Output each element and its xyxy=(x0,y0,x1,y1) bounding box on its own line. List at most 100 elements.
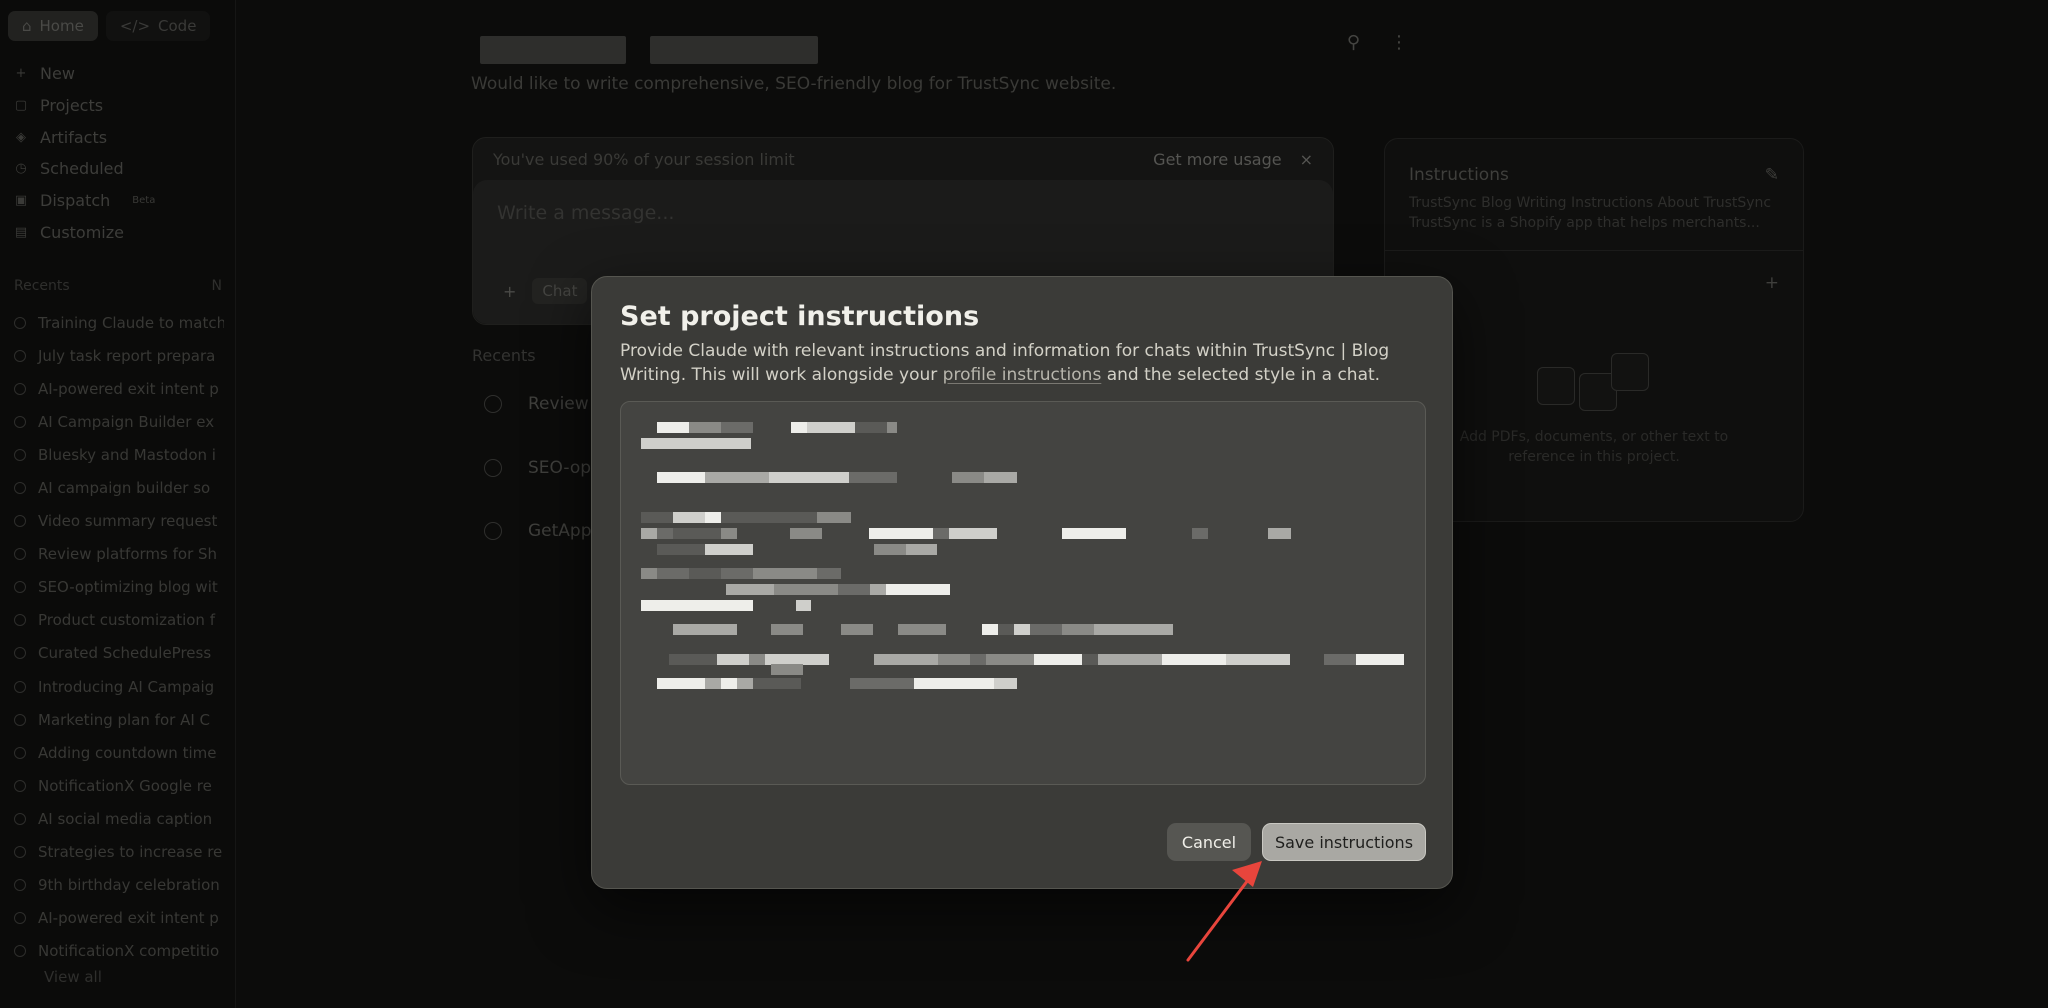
instructions-section[interactable]: Instructions ✎ TrustSync Blog Writing In… xyxy=(1385,139,1803,251)
close-icon[interactable]: × xyxy=(1300,150,1313,169)
redacted-text-block xyxy=(721,678,737,689)
view-all-link[interactable]: View all xyxy=(44,968,102,986)
chat-bubble-icon xyxy=(14,912,26,925)
main-recent-label: GetApp xyxy=(528,521,592,541)
dialog-description: Provide Claude with relevant instruction… xyxy=(620,339,1420,387)
redacted-text-block xyxy=(705,512,721,523)
sidebar-recent-item[interactable]: Strategies to increase re xyxy=(14,836,224,869)
sidebar-recent-item[interactable]: 9th birthday celebration xyxy=(14,869,224,902)
sidebar-item-artifacts[interactable]: ◈ Artifacts xyxy=(14,121,155,153)
sidebar-recent-item[interactable]: Marketing plan for AI C xyxy=(14,703,224,736)
redacted-text-block xyxy=(1268,528,1284,539)
sidebar-item-customize[interactable]: ▤ Customize xyxy=(14,216,155,248)
sidebar-item-dispatch[interactable]: ▣ Dispatch Beta xyxy=(14,185,156,217)
project-description: Would like to write comprehensive, SEO-f… xyxy=(471,74,1117,94)
redacted-text-block xyxy=(726,584,774,595)
sidebar-recent-item[interactable]: AI Campaign Builder ex xyxy=(14,405,224,438)
page-title-redacted xyxy=(480,36,818,64)
sidebar-nav: + New ▢ Projects ◈ Artifacts ◷ Scheduled… xyxy=(14,58,156,248)
redacted-text-block xyxy=(705,422,721,433)
chat-bubble-icon xyxy=(484,395,502,413)
add-file-icon[interactable]: + xyxy=(1765,273,1779,293)
sidebar-recent-label: AI campaign builder so xyxy=(38,479,211,498)
redacted-text-block xyxy=(753,678,801,689)
recents-header: Recents N xyxy=(14,278,222,294)
redacted-text-block xyxy=(753,568,817,579)
redacted-text-block xyxy=(817,512,851,523)
tab-home[interactable]: ⌂ Home xyxy=(8,11,98,41)
sidebar-recent-item[interactable]: AI-powered exit intent p xyxy=(14,372,224,405)
redacted-text-block xyxy=(938,654,970,665)
sidebar-item-label: Projects xyxy=(40,96,104,116)
dialog-title: Set project instructions xyxy=(620,301,980,332)
sidebar-recent-item[interactable]: Training Claude to match xyxy=(14,306,224,339)
sidebar-item-new[interactable]: + New xyxy=(14,58,155,90)
redacted-text-block xyxy=(1356,654,1404,665)
redacted-text-block xyxy=(1162,654,1226,665)
more-options-icon[interactable]: ⋮ xyxy=(1390,32,1408,53)
redacted-text-block xyxy=(785,472,849,483)
pin-icon[interactable]: ⚲ xyxy=(1347,32,1360,53)
sidebar-recent-item[interactable]: Video summary request xyxy=(14,505,224,538)
composer-tools: + Chat xyxy=(503,278,588,304)
sidebar-recent-item[interactable]: NotificationX competitio xyxy=(14,935,224,968)
sidebar-recent-item[interactable]: Curated SchedulePress xyxy=(14,637,224,670)
sidebar-recent-item[interactable]: Product customization f xyxy=(14,604,224,637)
redacted-text-block xyxy=(1062,624,1094,635)
sidebar-recent-item[interactable]: Introducing AI Campaig xyxy=(14,670,224,703)
instructions-preview: TrustSync Blog Writing Instructions Abou… xyxy=(1409,195,1772,231)
home-icon: ⌂ xyxy=(22,17,32,35)
message-placeholder: Write a message... xyxy=(497,202,675,224)
sidebar-recent-label: Review platforms for Sh xyxy=(38,545,218,564)
sidebar-recent-label: AI Campaign Builder ex xyxy=(38,412,215,431)
sidebar-recent-item[interactable]: Review platforms for Sh xyxy=(14,538,224,571)
app-window: ⌂ Home </> Code + New ▢ Projects ◈ Artif… xyxy=(0,0,2048,1008)
chat-bubble-icon xyxy=(14,812,26,825)
save-instructions-button[interactable]: Save instructions xyxy=(1262,823,1426,861)
sidebar-item-label: New xyxy=(40,64,75,84)
sidebar-recent-item[interactable]: AI social media caption xyxy=(14,802,224,835)
sidebar-item-projects[interactable]: ▢ Projects xyxy=(14,90,155,122)
redacted-text-block xyxy=(669,654,717,665)
redacted-text-block xyxy=(949,528,997,539)
redacted-text-block xyxy=(838,584,870,595)
customize-icon: ▤ xyxy=(14,224,28,240)
redacted-text-block xyxy=(721,422,753,433)
artifacts-icon: ◈ xyxy=(16,129,26,145)
chat-pill[interactable]: Chat xyxy=(532,278,588,304)
get-more-usage-link[interactable]: Get more usage xyxy=(1153,150,1281,169)
main-recent-item[interactable]: Review xyxy=(484,394,589,414)
redacted-text-block xyxy=(721,512,753,523)
recents-toggle[interactable]: N xyxy=(212,278,222,294)
sidebar: ⌂ Home </> Code + New ▢ Projects ◈ Artif… xyxy=(0,0,236,1008)
instructions-textarea[interactable] xyxy=(620,401,1426,785)
edit-pencil-icon[interactable]: ✎ xyxy=(1765,165,1779,185)
sidebar-recent-item[interactable]: Bluesky and Mastodon i xyxy=(14,438,224,471)
main-recent-item[interactable]: GetApp xyxy=(484,521,592,541)
chat-bubble-icon xyxy=(14,647,26,660)
redacted-text-block xyxy=(850,678,914,689)
profile-instructions-link[interactable]: profile instructions xyxy=(943,365,1102,385)
sidebar-recent-item[interactable]: SEO-optimizing blog wit xyxy=(14,571,224,604)
chat-bubble-icon xyxy=(14,614,26,627)
redacted-text-block xyxy=(771,624,803,635)
chat-bubble-icon xyxy=(14,680,26,693)
redacted-text-block xyxy=(1158,624,1173,635)
tab-code[interactable]: </> Code xyxy=(105,11,211,41)
sidebar-recent-item[interactable]: AI-powered exit intent p xyxy=(14,902,224,935)
recents-list: Training Claude to match July task report… xyxy=(14,306,224,968)
redacted-text-block xyxy=(982,624,998,635)
cancel-button[interactable]: Cancel xyxy=(1167,823,1251,861)
sidebar-recent-item[interactable]: Adding countdown time xyxy=(14,736,224,769)
sidebar-recent-item[interactable]: AI campaign builder so xyxy=(14,471,224,504)
sidebar-recent-label: Training Claude to match xyxy=(38,313,224,332)
sidebar-recent-item[interactable]: July task report prepara xyxy=(14,339,224,372)
sidebar-item-label: Artifacts xyxy=(40,127,108,147)
sidebar-item-scheduled[interactable]: ◷ Scheduled xyxy=(14,153,155,185)
plus-icon[interactable]: + xyxy=(503,282,516,301)
instructions-title: Instructions xyxy=(1409,165,1509,185)
redacted-text-block xyxy=(1192,528,1208,539)
redacted-text-block xyxy=(641,438,689,449)
main-recent-item[interactable]: SEO-opt xyxy=(484,458,598,478)
sidebar-recent-item[interactable]: NotificationX Google re xyxy=(14,769,224,802)
